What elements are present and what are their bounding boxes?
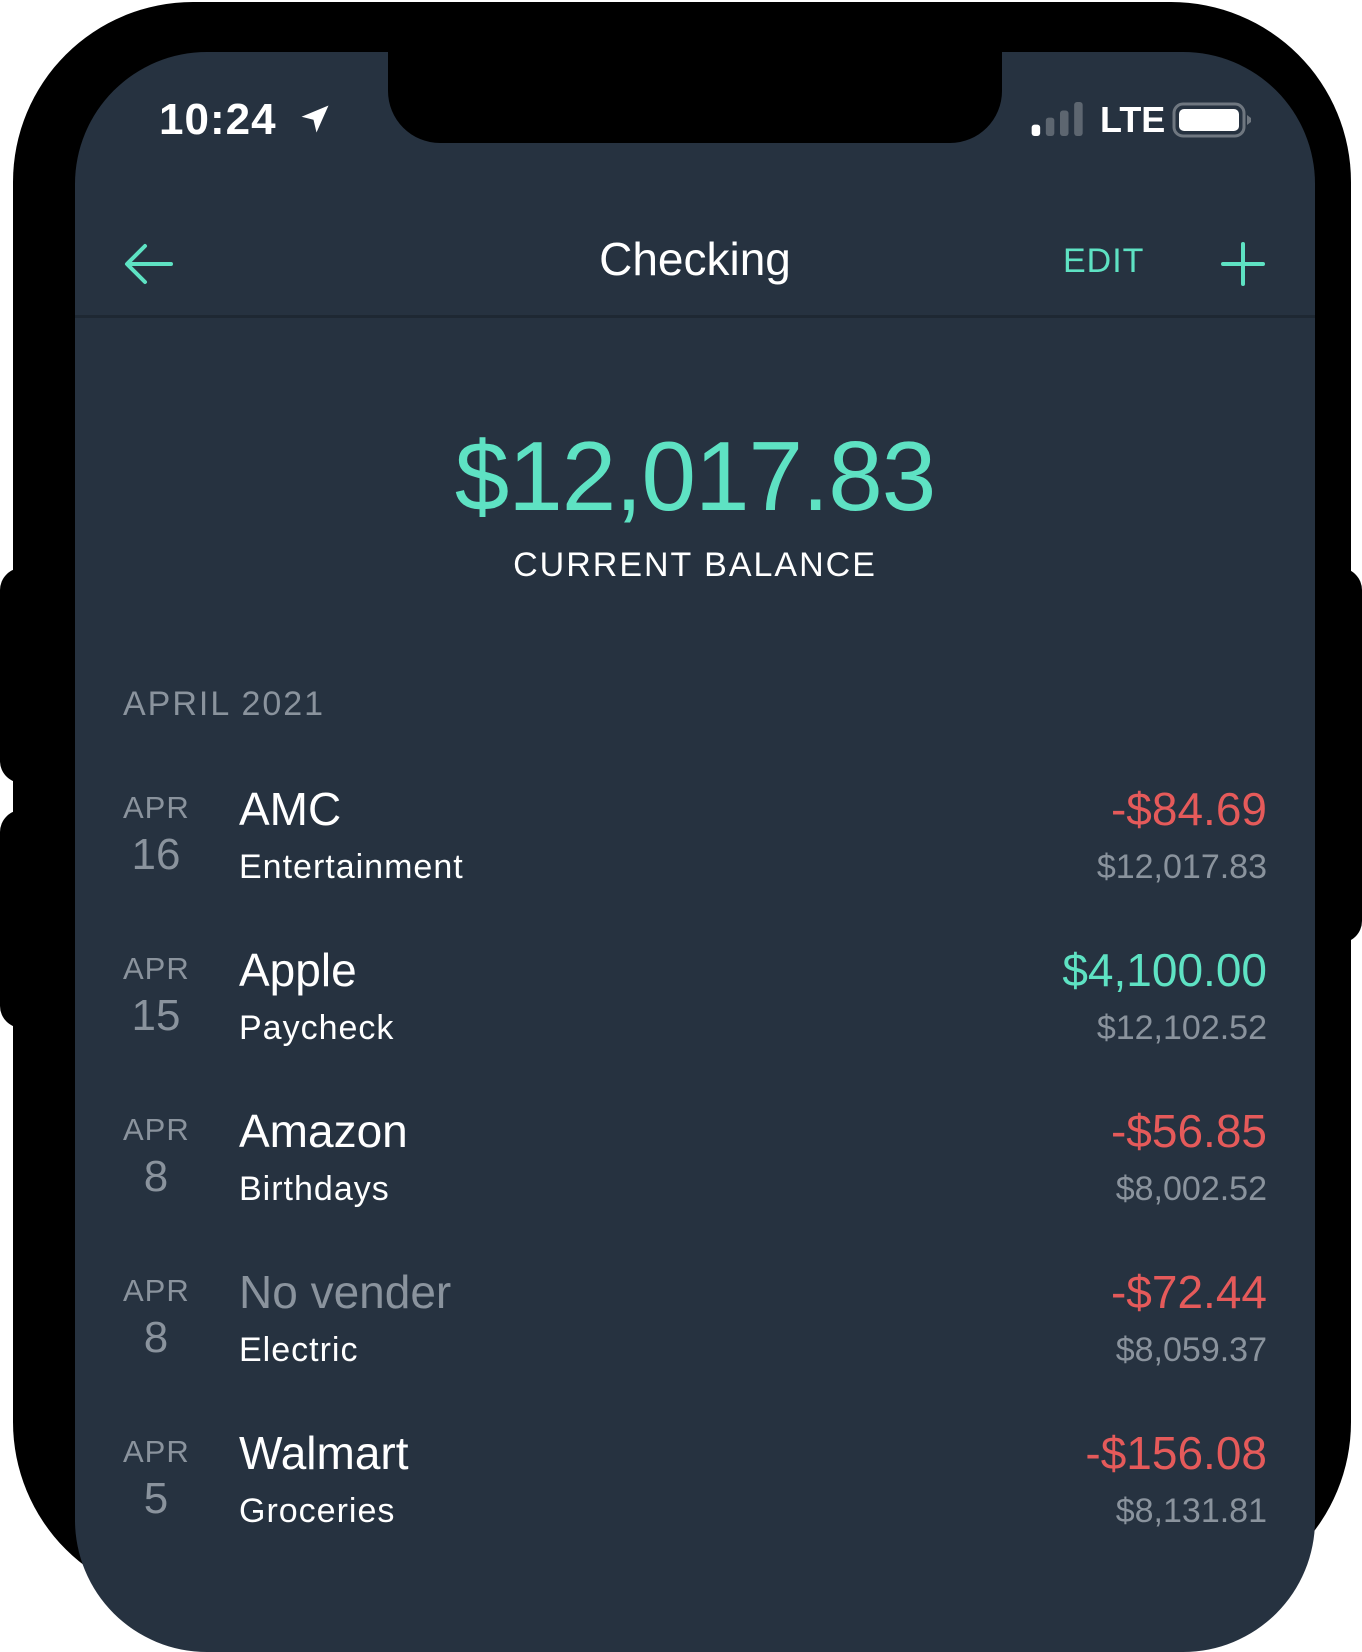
transaction-month: APR <box>123 1112 190 1147</box>
transaction-category: Electric <box>239 1331 359 1369</box>
nav-divider <box>75 315 1315 318</box>
transaction-vendor: Walmart <box>239 1427 409 1479</box>
transaction-day: 8 <box>143 1152 169 1201</box>
network-type: LTE <box>1100 99 1166 140</box>
edit-button[interactable]: EDIT <box>1063 242 1144 281</box>
transaction-row[interactable]: APR 16 AMC Entertainment -$84.69 $12,017… <box>75 780 1315 941</box>
location-arrow-icon <box>301 105 329 133</box>
plus-icon[interactable] <box>1219 240 1267 288</box>
transaction-category: Groceries <box>239 1492 396 1530</box>
transaction-row[interactable]: APR 15 Apple Paycheck $4,100.00 $12,102.… <box>75 941 1315 1102</box>
screen: 10:24 LTE Checking EDIT $12,017.83 CURRE… <box>75 52 1315 1652</box>
cellular-signal-icon <box>1031 102 1083 136</box>
battery-icon <box>1172 102 1251 138</box>
transaction-amount: -$56.85 <box>1110 1105 1267 1157</box>
current-balance-label: CURRENT BALANCE <box>513 546 877 584</box>
phone-frame: 10:24 LTE Checking EDIT $12,017.83 CURRE… <box>13 2 1351 1652</box>
transaction-amount: -$72.44 <box>1110 1266 1267 1318</box>
transaction-row[interactable]: APR 8 Amazon Birthdays -$56.85 $8,002.52 <box>75 1102 1315 1263</box>
transaction-month: APR <box>123 790 190 825</box>
transaction-vendor: Amazon <box>239 1105 408 1157</box>
notch <box>388 52 1002 143</box>
transaction-month: APR <box>123 951 190 986</box>
transaction-amount: $4,100.00 <box>1062 944 1267 996</box>
transaction-day: 16 <box>131 830 181 879</box>
transaction-vendor: Apple <box>239 944 357 996</box>
transaction-running-balance: $8,131.81 <box>1115 1492 1267 1530</box>
transaction-day: 8 <box>143 1313 169 1362</box>
current-balance-amount: $12,017.83 <box>454 421 936 531</box>
transaction-running-balance: $12,017.83 <box>1096 848 1267 886</box>
transaction-running-balance: $12,102.52 <box>1096 1009 1267 1047</box>
transaction-month: APR <box>123 1273 190 1308</box>
transaction-amount: -$156.08 <box>1085 1427 1267 1479</box>
transaction-month: APR <box>123 1434 190 1469</box>
transaction-running-balance: $8,059.37 <box>1115 1331 1267 1369</box>
transaction-vendor: AMC <box>239 783 342 835</box>
transaction-category: Birthdays <box>239 1170 390 1208</box>
transaction-day: 15 <box>131 991 181 1040</box>
transaction-day: 5 <box>143 1474 169 1523</box>
section-header-month: APRIL 2021 <box>123 685 326 723</box>
transaction-running-balance: $8,002.52 <box>1115 1170 1267 1208</box>
transaction-amount: -$84.69 <box>1110 783 1267 835</box>
transaction-vendor: No vender <box>239 1266 452 1318</box>
transaction-category: Paycheck <box>239 1009 395 1047</box>
nav-bar: Checking EDIT <box>75 212 1315 316</box>
transaction-category: Entertainment <box>239 848 464 886</box>
transaction-row[interactable]: APR 8 No vender Electric -$72.44 $8,059.… <box>75 1263 1315 1424</box>
transaction-row[interactable]: APR 5 Walmart Groceries -$156.08 $8,131.… <box>75 1424 1315 1585</box>
status-time: 10:24 <box>159 95 277 144</box>
